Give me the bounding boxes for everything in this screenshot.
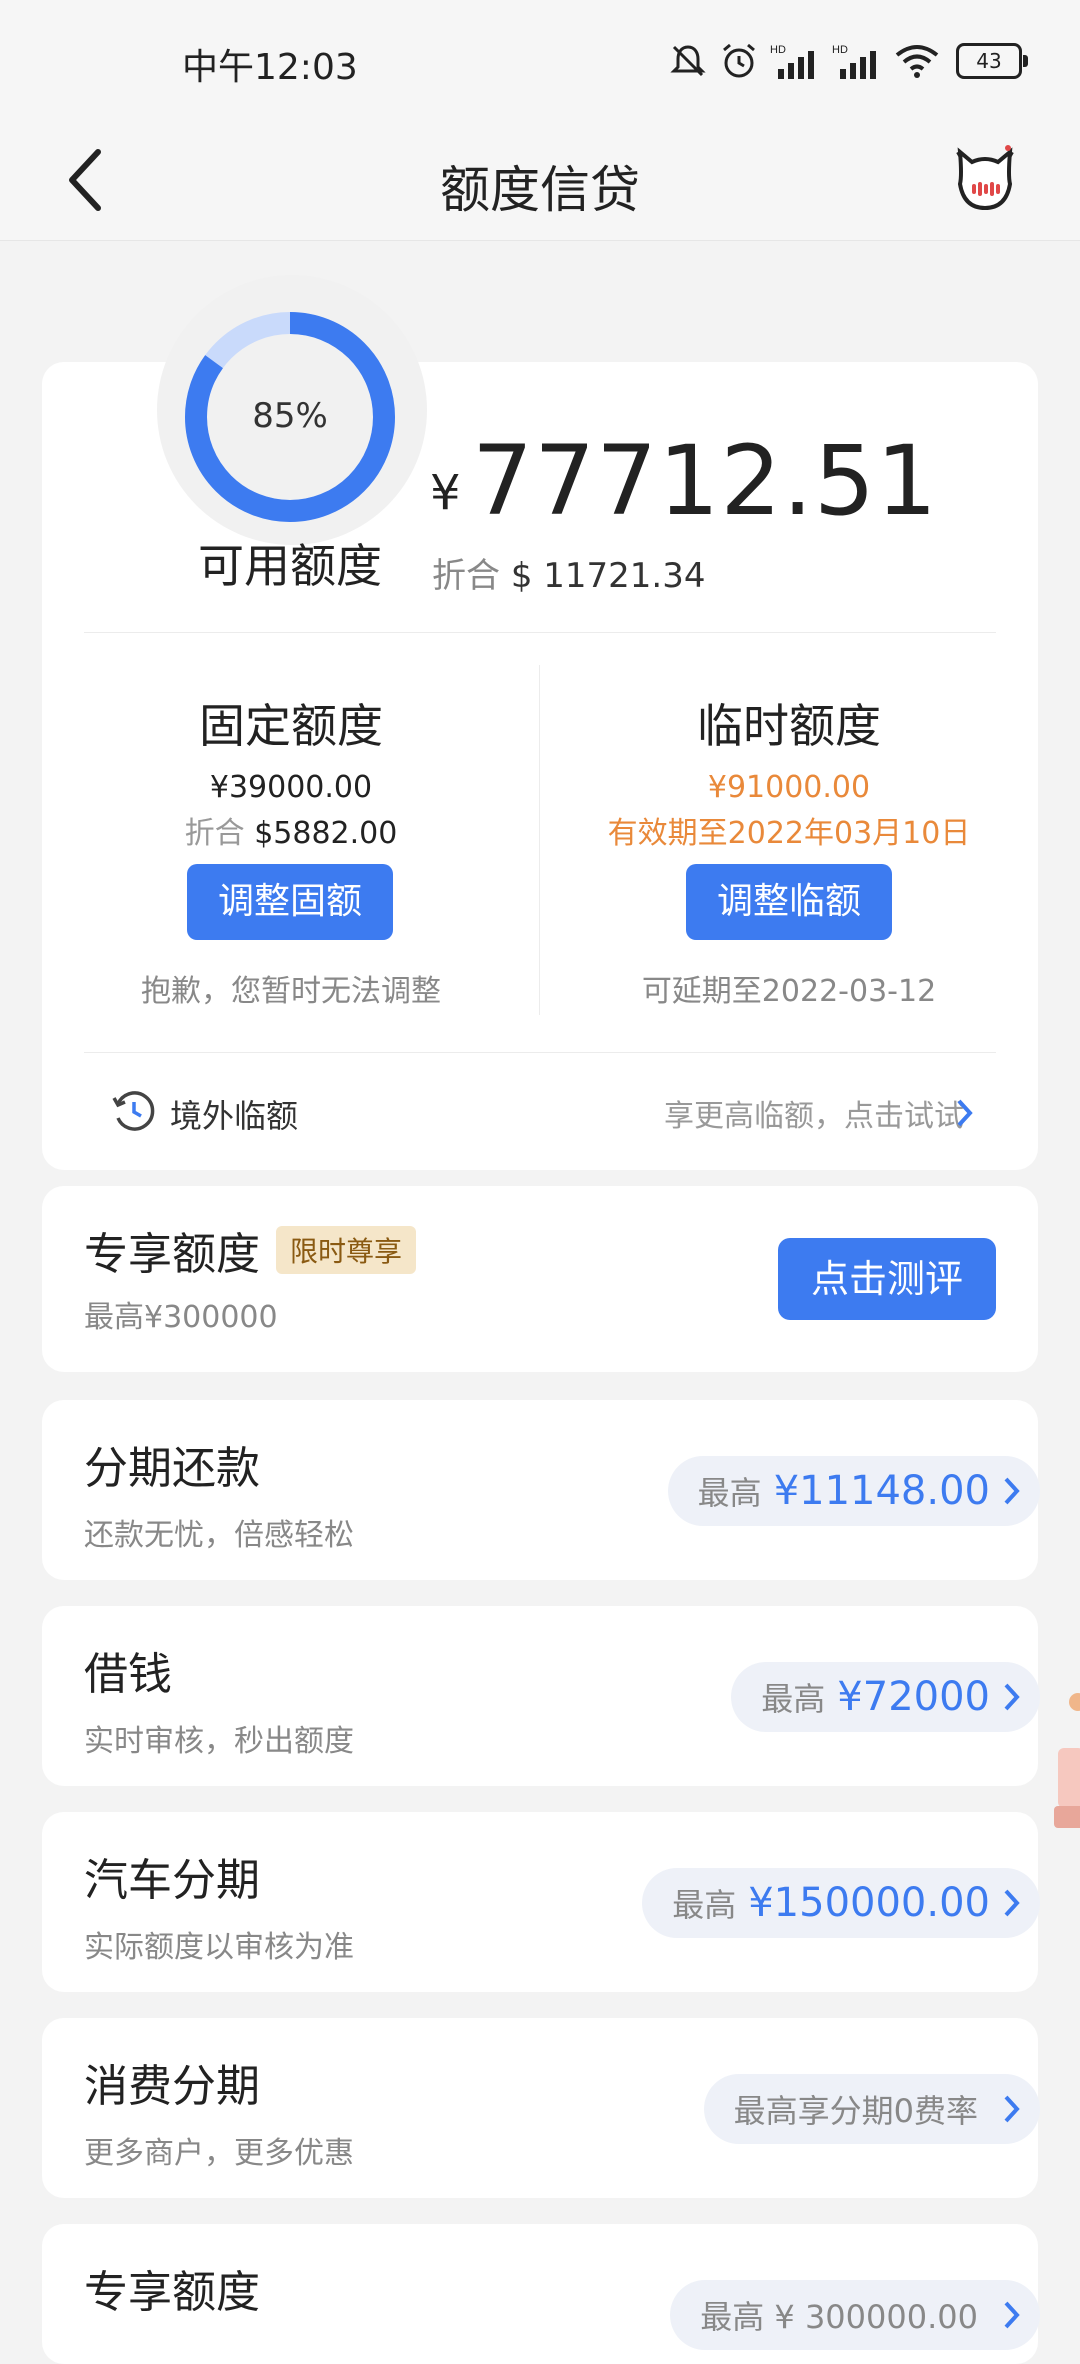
limit-label: 最高享分期0费率 <box>733 2092 978 2130</box>
temporary-title: 临时额度 <box>697 699 881 753</box>
product-subtitle: 实时审核，秒出额度 <box>84 1724 354 1759</box>
floating-gift-icon[interactable] <box>1050 1688 1080 1848</box>
divider <box>84 1052 996 1053</box>
svg-text:HD: HD <box>832 44 848 56</box>
status-bar: 中午12:03 HD HD 43 <box>0 0 1080 120</box>
product-limit-pill[interactable]: 最高享分期0费率 <box>703 2074 1040 2144</box>
signal-icon: HD <box>832 44 876 79</box>
product-title: 消费分期 <box>84 2061 260 2112</box>
limit-value: ¥72000 <box>837 1674 990 1720</box>
limited-badge: 限时尊享 <box>276 1226 417 1274</box>
bell-muted-icon <box>670 45 706 77</box>
converted-amount: 折合 $ 11721.34 <box>432 548 705 597</box>
product-subtitle: 还款无忧，倍感轻松 <box>84 1518 354 1553</box>
exclusive-max: 最高¥300000 <box>84 1300 278 1335</box>
chevron-right-icon <box>1004 1683 1020 1711</box>
overseas-label[interactable]: 境外临额 <box>170 1091 298 1137</box>
limit-label: 最高 <box>697 1474 762 1512</box>
fixed-note: 抱歉，您暂时无法调整 <box>141 974 441 1009</box>
status-icons: HD HD 43 <box>668 36 1028 86</box>
evaluate-button[interactable]: 点击测评 <box>778 1238 996 1320</box>
available-percent: 85% <box>252 396 328 436</box>
mascot-icon[interactable] <box>950 132 1020 216</box>
limit-label: 最高 ¥ 300000.00 <box>700 2298 978 2336</box>
chevron-right-icon[interactable] <box>954 1096 976 1130</box>
status-time: 中午12:03 <box>182 47 358 88</box>
product-title: 借钱 <box>84 1649 172 1700</box>
svg-text:HD: HD <box>770 44 786 56</box>
limit-value: ¥11148.00 <box>773 1468 990 1514</box>
converted-value: $ 11721.34 <box>510 556 706 596</box>
fixed-converted-label: 折合 <box>184 816 245 851</box>
product-subtitle: 实际额度以审核为准 <box>84 1930 354 1965</box>
nav-bar: 额度信贷 <box>0 120 1080 241</box>
exclusive-title: 专享额度 <box>84 1229 260 1280</box>
available-amount: 77712.51 <box>472 425 939 537</box>
fixed-converted-value: $5882.00 <box>254 816 398 851</box>
signal-icon: HD <box>770 44 814 79</box>
currency-symbol: ¥ <box>430 465 461 521</box>
product-limit-pill[interactable]: 最高 ¥150000.00 <box>642 1868 1040 1938</box>
converted-label: 折合 <box>432 556 500 596</box>
product-limit-pill[interactable]: 最高 ¥11148.00 <box>667 1456 1040 1526</box>
chevron-right-icon <box>1004 1889 1020 1917</box>
product-subtitle: 更多商户，更多优惠 <box>84 2136 354 2171</box>
adjust-fixed-button[interactable]: 调整固额 <box>187 864 393 940</box>
chevron-right-icon <box>1004 1477 1020 1505</box>
limit-value: ¥150000.00 <box>748 1880 990 1926</box>
temporary-amount: ¥91000.00 <box>707 770 871 805</box>
limit-label: 最高 <box>672 1886 737 1924</box>
overseas-cta[interactable]: 享更高临额，点击试试 <box>664 1091 964 1135</box>
page-title: 额度信贷 <box>440 161 640 219</box>
fixed-converted: 折合 $5882.00 <box>66 808 516 852</box>
product-limit-pill[interactable]: 最高 ¥72000 <box>731 1662 1040 1732</box>
column-divider <box>539 665 540 1015</box>
fixed-amount: ¥39000.00 <box>209 770 373 805</box>
chevron-right-icon <box>1004 2301 1020 2329</box>
adjust-temporary-button[interactable]: 调整临额 <box>686 864 892 940</box>
chevron-right-icon <box>1004 2095 1020 2123</box>
temporary-validity: 有效期至2022年03月10日 <box>607 816 971 851</box>
limit-label: 最高 <box>761 1680 826 1718</box>
alarm-icon <box>723 43 755 78</box>
temporary-note: 可延期至2022-03-12 <box>641 974 937 1009</box>
product-title: 汽车分期 <box>84 1855 260 1906</box>
product-title: 分期还款 <box>84 1443 260 1494</box>
fixed-title: 固定额度 <box>199 699 383 753</box>
battery-icon: 43 <box>956 43 1028 79</box>
wifi-icon <box>895 45 939 78</box>
product-title: 专享额度 <box>84 2267 260 2318</box>
available-label: 可用额度 <box>198 539 382 593</box>
clock-refresh-icon <box>112 1091 155 1131</box>
divider <box>84 632 996 633</box>
